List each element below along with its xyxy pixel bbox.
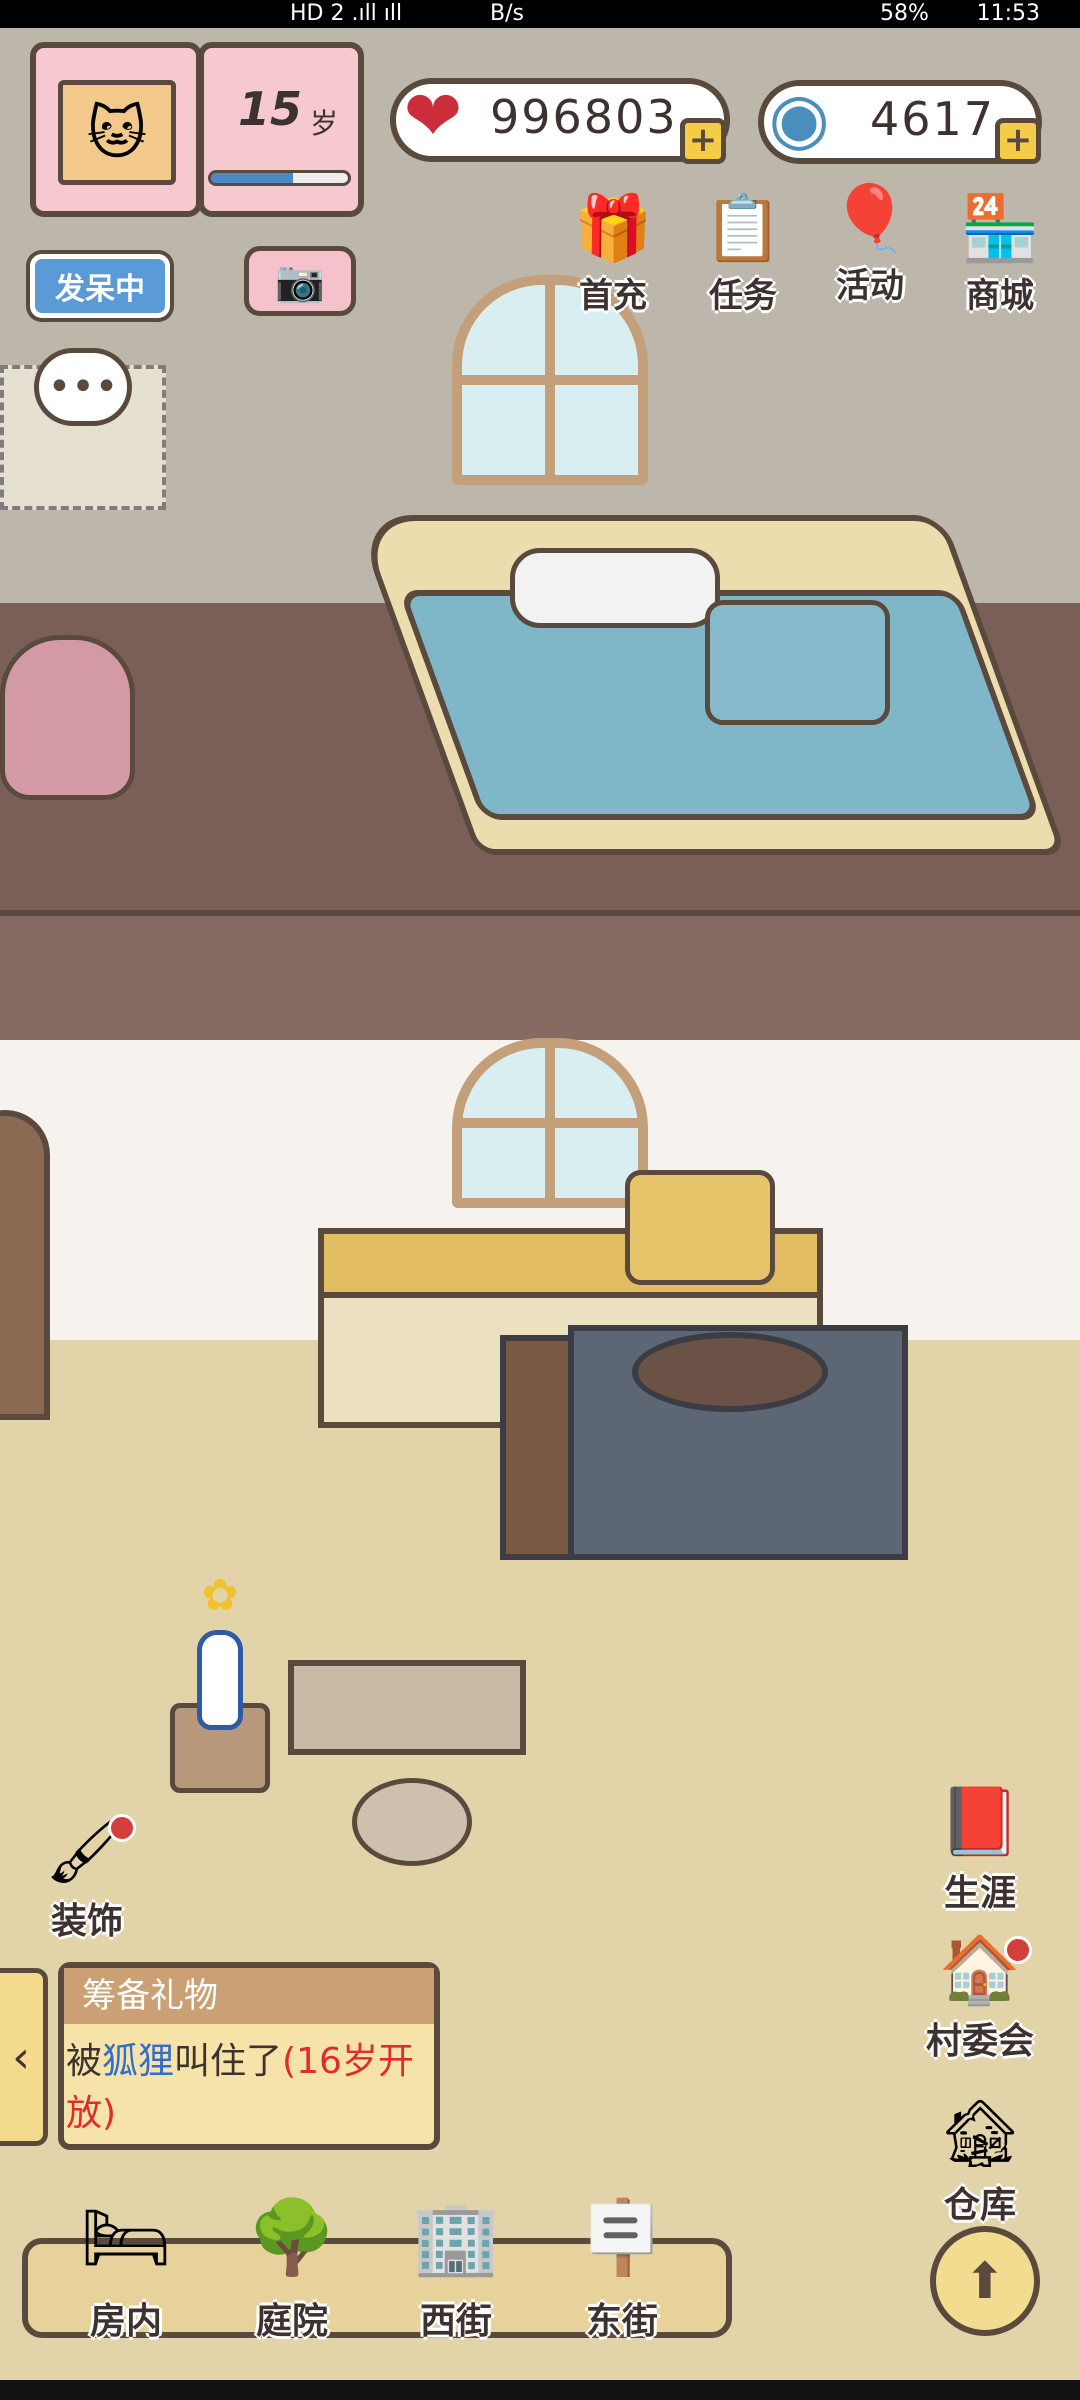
room-door[interactable]	[0, 1110, 50, 1420]
shell-icon: ◉	[768, 77, 830, 159]
nav-yard[interactable]: 🌳 庭院	[222, 2182, 362, 2342]
age-number: 15	[238, 82, 303, 136]
shells-value: 4617	[870, 92, 996, 146]
camera-icon: 📷	[275, 258, 325, 305]
camera-button[interactable]: 📷	[244, 246, 356, 316]
clock: 11:53	[976, 1, 1040, 26]
events-label: 活动	[836, 266, 904, 306]
tasks-label: 任务	[709, 276, 777, 316]
age-unit: 岁	[310, 107, 339, 140]
loft-beam	[0, 910, 1080, 1052]
expand-menu-button[interactable]: ⬆	[930, 2226, 1040, 2336]
career-label: 生涯	[943, 1873, 1016, 1914]
stove-pot	[632, 1332, 828, 1412]
add-shells-button[interactable]: +	[995, 118, 1041, 164]
hearts-value: 996803	[490, 90, 678, 144]
arrow-up-icon: ⬆	[964, 2252, 1006, 2310]
first-recharge-button[interactable]: 🎁 首充	[558, 190, 668, 320]
garden-icon: 🌳	[247, 2195, 337, 2279]
status-bar: HD 2 .ıll ıll B/s 58% 11:53	[0, 0, 1080, 28]
heart-icon: ❤	[403, 75, 463, 157]
nav-east-street-label: 东街	[585, 2301, 658, 2342]
lower-window	[452, 1038, 648, 1208]
chat-icon: •••	[47, 364, 119, 410]
decorate-label: 装饰	[50, 1901, 123, 1942]
shop-button[interactable]: 🏪 商城	[945, 190, 1055, 320]
quest-description: 被狐狸叫住了(16岁开放)	[66, 2036, 432, 2140]
age-progress-fill	[211, 173, 294, 183]
nav-east-street[interactable]: 🪧 东街	[552, 2182, 692, 2342]
career-button[interactable]: 📕 生涯	[915, 1780, 1045, 1916]
events-button[interactable]: 🎈 活动	[815, 180, 925, 310]
folded-blanket	[705, 600, 890, 725]
quest-text-mid: 叫住了	[174, 2041, 283, 2082]
cat-face-icon: 🐱	[86, 98, 148, 167]
tasks-button[interactable]: 📋 任务	[688, 190, 798, 320]
warehouse-button[interactable]: 🏚 仓库	[915, 2092, 1045, 2228]
village-committee-label: 村委会	[925, 2021, 1034, 2062]
bed-icon: 🛏	[80, 2195, 172, 2279]
flower-icon: ✿	[201, 1570, 239, 1621]
pet-cat[interactable]	[0, 635, 135, 800]
building-icon: 🏢	[411, 2195, 501, 2279]
gift-icon: 🎁	[573, 192, 653, 266]
nav-west-street[interactable]: 🏢 西街	[386, 2182, 526, 2342]
status-button[interactable]: 发呆中	[30, 254, 170, 318]
age-progress-bar	[208, 170, 351, 186]
folded-towel	[625, 1170, 775, 1285]
chevron-left-icon: ‹	[12, 2031, 30, 2083]
nav-room[interactable]: 🛏 房内	[56, 2182, 196, 2342]
quest-npc-name: 狐狸	[102, 2041, 175, 2082]
signal-indicators: HD 2 .ıll ıll	[290, 1, 403, 26]
balloon-icon: 🎈	[830, 182, 910, 256]
nav-yard-label: 庭院	[255, 2301, 328, 2342]
signpost-icon: 🪧	[577, 2195, 667, 2279]
first-recharge-label: 首充	[579, 276, 647, 316]
clipboard-icon: 📋	[703, 192, 783, 266]
warehouse-icon: 🏚	[938, 2095, 1022, 2172]
add-hearts-button[interactable]: +	[680, 118, 726, 164]
pillow	[510, 548, 720, 628]
battery-level: 58%	[880, 1, 929, 26]
collapse-quest-button[interactable]: ‹	[0, 1968, 48, 2146]
low-table[interactable]	[288, 1660, 526, 1755]
warehouse-label: 仓库	[943, 2185, 1016, 2226]
nav-room-label: 房内	[89, 2301, 162, 2342]
book-icon: 📕	[938, 1783, 1022, 1860]
notification-dot	[1004, 1936, 1032, 1964]
shop-icon: 🏪	[960, 192, 1040, 266]
network-speed: B/s	[490, 1, 524, 26]
floor-cushion[interactable]	[352, 1778, 472, 1866]
shop-label: 商城	[966, 276, 1034, 316]
avatar[interactable]: 🐱	[58, 80, 176, 185]
bottom-bar	[0, 2380, 1080, 2400]
flower-vase	[197, 1630, 243, 1730]
notification-dot	[108, 1814, 136, 1842]
nav-west-street-label: 西街	[419, 2301, 492, 2342]
quest-text-prefix: 被	[66, 2041, 103, 2082]
chat-button[interactable]: •••	[34, 348, 132, 426]
quest-title: 筹备礼物	[64, 1968, 434, 2024]
